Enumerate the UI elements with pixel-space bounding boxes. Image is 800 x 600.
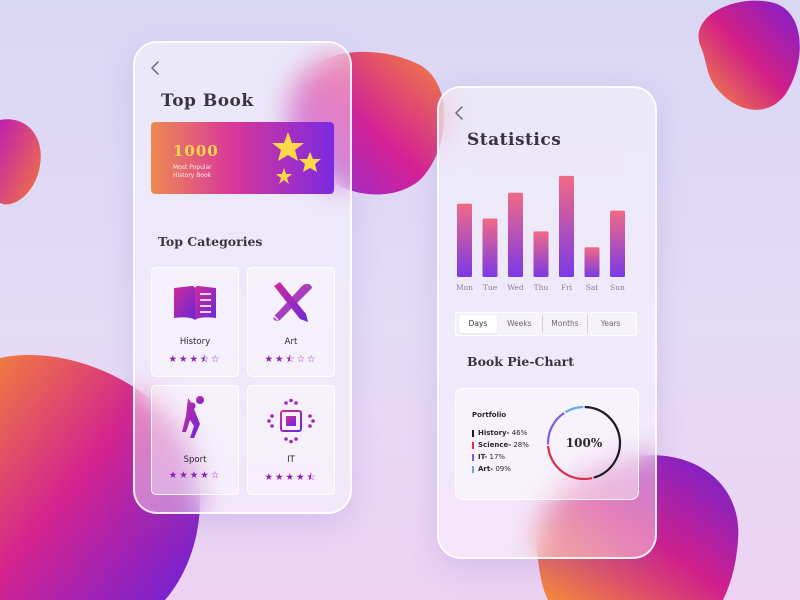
x-tick-label: Fri [561, 283, 573, 292]
featured-banner[interactable]: 1000 Most Popular History Book [151, 122, 334, 194]
x-tick-label: Thu [534, 283, 549, 292]
back-arrow-icon[interactable] [147, 59, 165, 77]
category-card-sport[interactable]: Sport ★★★★☆ [151, 385, 239, 495]
banner-number: 1000 [173, 142, 219, 160]
donut-slice-art [564, 405, 584, 414]
category-card-it[interactable]: IT ★★★★⯪ [247, 385, 335, 495]
tab-years[interactable]: Years [588, 315, 633, 333]
donut-center-label: 100% [566, 436, 603, 450]
background-blob-top-right [698, 0, 800, 110]
bar-chart: Mon Tue Wed Thu Fri Sat Sun [456, 175, 625, 292]
statistics-screen: Statistics Mon Tue Wed Thu Fri Sat Sun Days Wee… [437, 86, 657, 559]
stars-decoration-icon [272, 132, 321, 184]
section-title-categories: Top Categories [158, 234, 263, 249]
legend-label: IT- [478, 453, 488, 461]
bar-tue [482, 218, 498, 277]
legend-value: 17% [487, 453, 506, 461]
banner-subtitle: Most Popular History Book [173, 164, 243, 180]
section-title-pie-chart: Book Pie-Chart [467, 354, 575, 369]
legend-item-science: Science- 28% [472, 441, 529, 449]
rating-stars: ★★⯪☆☆ [264, 354, 318, 365]
bar-fri [559, 175, 574, 277]
banner-subtitle-line2: History Book [173, 172, 212, 179]
tab-months[interactable]: Months [543, 315, 589, 333]
legend-value: 09% [493, 465, 511, 473]
category-label: Sport [183, 455, 207, 465]
legend-swatch [472, 441, 474, 449]
legend-item-art: Art- 09% [472, 465, 511, 473]
donut-slice-science [547, 445, 593, 481]
legend-label: History- [478, 429, 510, 437]
page-title: Statistics [467, 130, 562, 150]
donut-slice-it [546, 412, 565, 445]
rating-stars: ★★★★⯪ [264, 472, 318, 483]
banner-subtitle-line1: Most Popular [173, 164, 212, 171]
legend-item-history: History- 46% [472, 429, 527, 437]
pie-heading: Portfolio [472, 411, 507, 419]
x-tick-label: Mon [456, 283, 473, 292]
legend-swatch [472, 429, 474, 437]
bar-sun [610, 210, 625, 277]
period-tabs: Days Weeks Months Years [455, 312, 637, 336]
top-book-screen: Top Book 1000 Most Popular History Book … [133, 41, 352, 514]
legend-value: 46% [509, 429, 528, 437]
category-label: IT [287, 455, 295, 465]
rating-stars: ★★★★☆ [168, 470, 222, 481]
x-tick-label: Tue [483, 283, 498, 292]
page-title: Top Book [161, 91, 254, 111]
circuit-chip-icon [267, 398, 315, 444]
category-label: History [179, 337, 211, 347]
x-tick-label: Sat [586, 283, 599, 292]
legend-swatch [472, 453, 474, 461]
category-label: Art [284, 337, 298, 347]
category-card-history[interactable]: History ★★★⯪☆ [151, 267, 239, 377]
background-blob-left [0, 119, 41, 205]
brush-pencil-icon [273, 282, 312, 322]
category-card-art[interactable]: Art ★★⯪☆☆ [247, 267, 335, 377]
bar-thu [533, 231, 549, 277]
legend-swatch [472, 465, 474, 473]
bar-wed [508, 192, 523, 277]
tab-weeks[interactable]: Weeks [497, 315, 543, 333]
book-icon [174, 286, 216, 320]
rating-stars: ★★★⯪☆ [168, 354, 222, 365]
bar-sat [584, 247, 600, 277]
volleyball-player-icon [182, 396, 204, 438]
bar-mon [457, 203, 472, 277]
legend-value: 28% [511, 441, 529, 449]
tab-days[interactable]: Days [459, 315, 497, 333]
donut-chart: 100% [546, 405, 622, 481]
x-tick-label: Sun [610, 283, 625, 292]
back-arrow-icon[interactable] [451, 104, 469, 122]
legend-label: Science- [478, 441, 512, 449]
x-tick-label: Wed [507, 283, 524, 292]
pie-chart-card: Portfolio History- 46% Science- 28% IT- 17… [455, 388, 639, 500]
legend-item-it: IT- 17% [472, 453, 505, 461]
legend-label: Art- [478, 465, 494, 473]
